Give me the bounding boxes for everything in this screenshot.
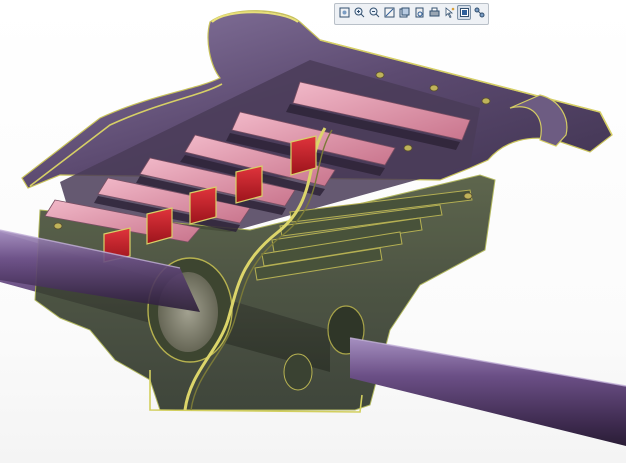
zoom-fit-icon — [339, 7, 349, 18]
view-orient-icon — [399, 7, 409, 18]
3d-model-viewport[interactable] — [0, 0, 626, 463]
zoom-window-icon — [384, 7, 394, 18]
viewer-toolbar — [334, 3, 489, 25]
zoom-in-icon — [354, 7, 364, 18]
print-icon — [429, 7, 439, 17]
view-orient-button[interactable] — [397, 5, 411, 20]
select-button[interactable] — [442, 5, 456, 20]
zoom-in-button[interactable] — [352, 5, 366, 20]
section-view-icon — [459, 8, 469, 17]
zoom-fit-button[interactable] — [337, 5, 351, 20]
zoom-out-button[interactable] — [367, 5, 381, 20]
rod-front-right — [350, 338, 626, 446]
settings-button[interactable] — [472, 5, 486, 20]
zoom-out-icon — [369, 7, 379, 18]
rotate-view-icon — [415, 7, 423, 18]
print-button[interactable] — [427, 5, 441, 20]
zoom-window-button[interactable] — [382, 5, 396, 20]
section-view-button[interactable] — [457, 5, 471, 20]
settings-icon — [474, 7, 484, 18]
rotate-view-button[interactable] — [412, 5, 426, 20]
select-icon — [445, 7, 454, 18]
model-scene[interactable] — [0, 0, 626, 463]
